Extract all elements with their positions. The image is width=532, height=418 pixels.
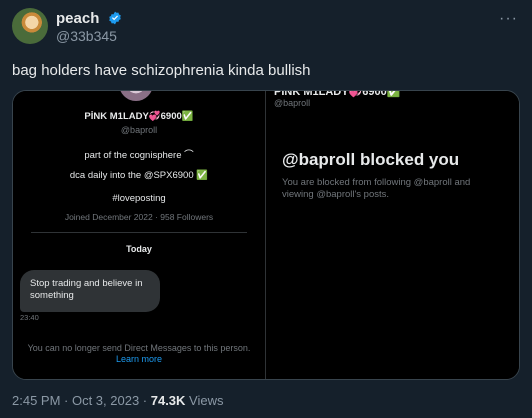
views-count[interactable]: 74.3K bbox=[151, 393, 186, 408]
message-bubble: Stop trading and believe in something bbox=[20, 270, 160, 312]
learn-more-link: Learn more bbox=[115, 354, 163, 364]
message-time: 23:40 bbox=[20, 313, 39, 322]
tweet-meta: 2:45 PM · Oct 3, 2023 · 74.3K Views bbox=[12, 393, 224, 408]
blocked-title: @baproll blocked you bbox=[282, 150, 460, 169]
profile-handle: @baproll bbox=[120, 125, 158, 135]
profile-bio-line: dca daily into the @SPX6900 ✅ bbox=[69, 170, 209, 181]
tweet-media-image[interactable]: PİNK M1LADY💞6900✅ @baproll part of the c… bbox=[12, 90, 520, 380]
blocked-screenshot-panel: PİNK M1LADY💞6900✅ @baproll @baproll bloc… bbox=[266, 90, 519, 379]
blocked-description: You are blocked from following @baproll … bbox=[282, 177, 471, 200]
profile-joined: Joined December 2022 · 958 Followers bbox=[64, 212, 214, 222]
author-display-name[interactable]: peach bbox=[56, 10, 99, 27]
profile-name-cutoff: PİNK M1LADY💞6900✅ bbox=[274, 90, 401, 98]
author-handle[interactable]: @33b345 bbox=[56, 28, 117, 44]
profile-handle: @baproll bbox=[274, 98, 311, 108]
profile-bio-line: #loveposting bbox=[112, 193, 166, 204]
profile-bio-line: part of the cognisphere ⌒ bbox=[84, 150, 194, 161]
dm-screenshot-panel: PİNK M1LADY💞6900✅ @baproll part of the c… bbox=[13, 91, 265, 379]
more-options-icon[interactable]: ··· bbox=[499, 10, 518, 28]
profile-name: PİNK M1LADY💞6900✅ bbox=[84, 111, 194, 122]
verified-badge-icon bbox=[109, 11, 121, 25]
date-divider-label: Today bbox=[126, 244, 152, 254]
views-label: Views bbox=[185, 393, 224, 408]
tweet-header: peach @33b345 ··· bbox=[12, 8, 520, 48]
tweet-text: bag holders have schizophrenia kinda bul… bbox=[12, 62, 311, 79]
dm-disabled-notice: You can no longer send Direct Messages t… bbox=[27, 343, 251, 353]
divider bbox=[31, 232, 247, 233]
profile-avatar bbox=[119, 91, 153, 101]
timestamp[interactable]: 2:45 PM · Oct 3, 2023 · bbox=[12, 393, 151, 408]
avatar[interactable] bbox=[12, 8, 48, 44]
